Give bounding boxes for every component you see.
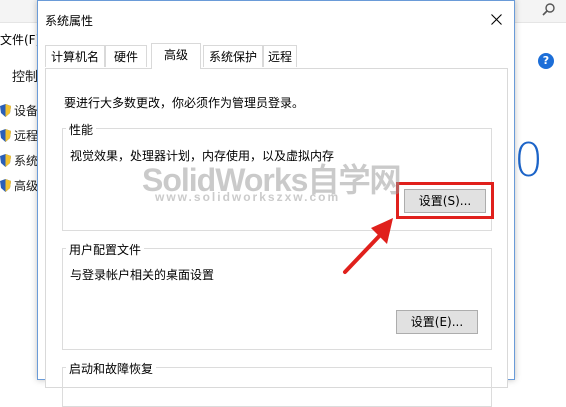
user-profiles-settings-button[interactable]: 设置(E)...: [396, 310, 478, 334]
close-icon: [490, 13, 502, 25]
tab-remote[interactable]: 远程: [263, 45, 297, 67]
advanced-tab-panel: 要进行大多数更改，你必须作为管理员登录。 性能 视觉效果，处理器计划，内存使用，…: [45, 68, 508, 407]
sidebar-item-remote[interactable]: 远程: [0, 125, 38, 145]
startup-recovery-group: 启动和故障恢复: [62, 360, 492, 407]
user-profiles-group: 用户配置文件 与登录帐户相关的桌面设置 设置(E)...: [62, 241, 492, 350]
performance-group-title: 性能: [66, 121, 97, 138]
sidebar-item-device[interactable]: 设备: [0, 100, 38, 120]
user-profiles-description: 与登录帐户相关的桌面设置: [70, 268, 215, 282]
control-panel-label: 控制: [12, 70, 39, 85]
sidebar-item-label: 设备: [14, 103, 39, 118]
dialog-title: 系统属性: [45, 14, 94, 28]
tab-computer-name[interactable]: 计算机名: [45, 45, 105, 67]
sidebar-item-system[interactable]: 系统: [0, 150, 38, 170]
sidebar-item-label: 远程: [14, 128, 39, 143]
search-icon[interactable]: [541, 2, 557, 18]
shield-icon: [0, 103, 11, 117]
user-profiles-group-title: 用户配置文件: [66, 241, 145, 258]
tab-advanced[interactable]: 高级: [151, 43, 201, 69]
shield-icon: [0, 153, 11, 167]
shield-icon: [0, 128, 11, 142]
tab-hardware[interactable]: 硬件: [105, 45, 147, 67]
dialog-titlebar[interactable]: 系统属性: [38, 1, 514, 37]
tab-system-protection[interactable]: 系统保护: [203, 45, 263, 67]
sidebar-item-label: 高级: [14, 178, 39, 193]
file-menu[interactable]: 文件(F): [0, 31, 40, 48]
shield-icon: [0, 178, 11, 192]
background-digit: 0: [514, 133, 544, 187]
watermark-url: www.solidworkszxw.com: [155, 190, 341, 204]
admin-note: 要进行大多数更改，你必须作为管理员登录。: [64, 96, 305, 110]
sidebar-item-advanced[interactable]: 高级: [0, 175, 38, 195]
close-button[interactable]: [484, 9, 508, 29]
annotation-arrow-icon: [343, 218, 393, 274]
help-icon[interactable]: ?: [538, 53, 554, 69]
sidebar-item-label: 系统: [14, 153, 39, 168]
